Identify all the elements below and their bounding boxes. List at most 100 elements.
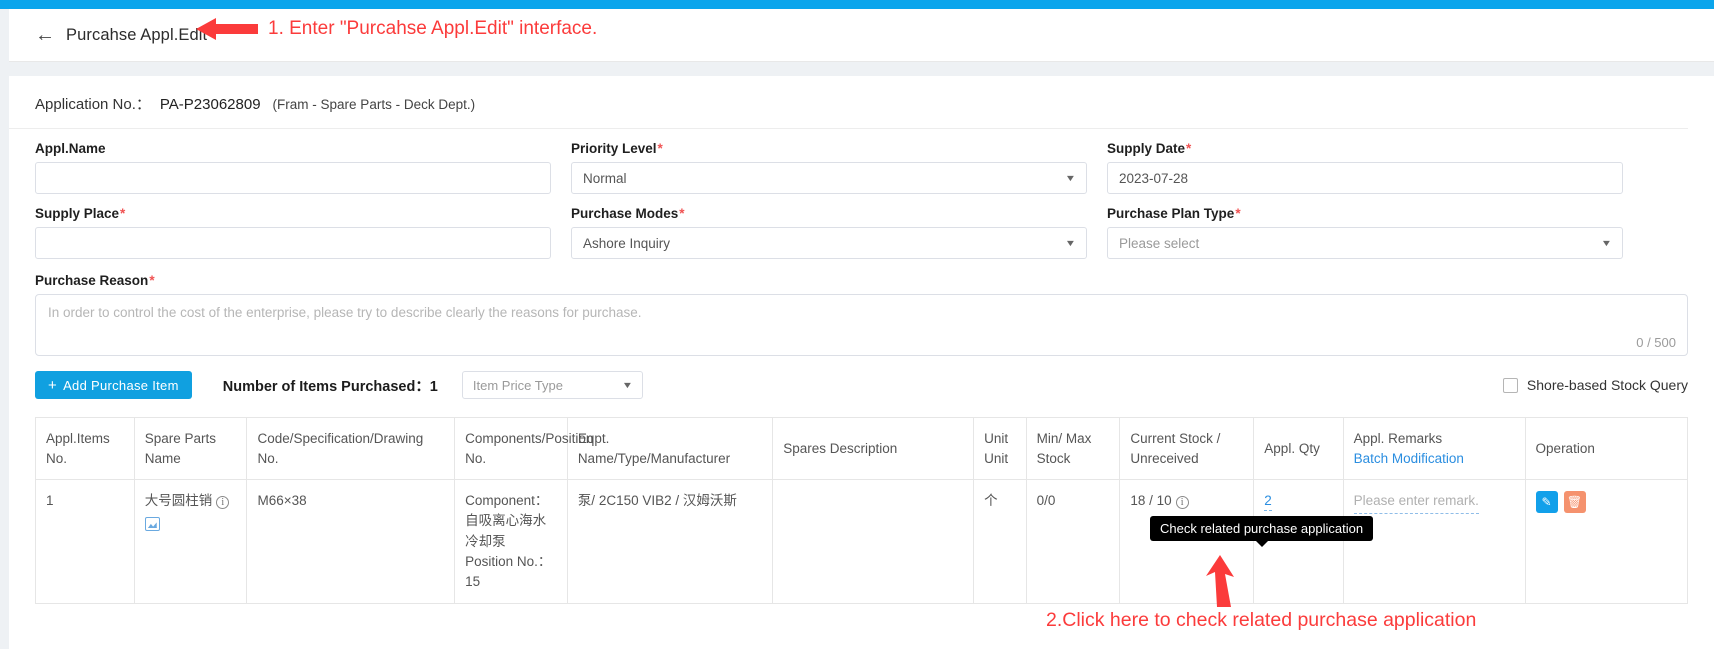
cell-item-no: 1 [36, 479, 135, 605]
appl-qty-value[interactable]: 2 [1264, 493, 1272, 512]
current-stock-value: 18 / 10 [1130, 493, 1172, 509]
application-number-label: Application No.： [35, 96, 151, 113]
page-header-bar: ← Purcahse Appl.Edit [9, 9, 1714, 62]
field-priority-level: Priority Level* Normal ▼ [571, 141, 1087, 194]
field-purchase-plan-type: Purchase Plan Type* Please select ▼ [1107, 206, 1623, 259]
purchase-modes-select[interactable]: Ashore Inquiry ▼ [571, 227, 1087, 259]
appl-remarks-title: Appl. Remarks [1353, 431, 1443, 446]
appl-name-input[interactable] [35, 162, 551, 194]
purchase-reason-textarea[interactable]: In order to control the cost of the ente… [35, 294, 1688, 356]
th-operation: Operation [1525, 418, 1687, 481]
field-supply-date: Supply Date* 2023-07-28 [1107, 141, 1623, 194]
component-value: 自吸离心海水冷却泵 [465, 513, 547, 549]
batch-modification-link[interactable]: Batch Modification [1354, 451, 1464, 466]
purchase-plan-type-label: Purchase Plan Type* [1107, 206, 1241, 221]
delete-icon[interactable]: 🗑 [1563, 491, 1586, 514]
th-spares-description: Spares Description [772, 418, 975, 481]
position-value: 15 [465, 574, 481, 590]
items-purchased-count: Number of Items Purchased：1 [222, 378, 438, 395]
th-current-stock-unreceived: Current Stock / Unreceived [1119, 418, 1255, 481]
add-purchase-item-label: Add Purchase Item [63, 377, 179, 393]
checkbox-icon [1502, 377, 1518, 393]
th-min-max-stock: Min/ Max Stock [1026, 418, 1121, 481]
plus-icon: + [48, 376, 58, 394]
th-spare-parts-name: Spare Parts Name [134, 418, 248, 481]
image-icon[interactable] [144, 517, 160, 532]
supply-place-input[interactable] [35, 227, 551, 259]
th-components-position-no: Components/Position No. [454, 418, 593, 481]
chevron-down-icon: ▼ [621, 380, 634, 390]
chevron-down-icon: ▼ [1064, 238, 1077, 248]
shore-based-stock-query-checkbox[interactable]: Shore-based Stock Query [1502, 377, 1688, 393]
purchase-items-table-wrap: Appl.Items No. Spare Parts Name Code/Spe… [35, 417, 1688, 605]
form-row-2: Supply Place* Purchase Modes* Ashore Inq… [35, 206, 1688, 259]
cell-components-position: Component： 自吸离心海水冷却泵 Position No.： 15 [454, 479, 568, 605]
purchase-modes-value: Ashore Inquiry [583, 235, 671, 251]
add-purchase-item-button[interactable]: + Add Purchase Item [35, 371, 192, 399]
priority-level-value: Normal [583, 170, 627, 186]
item-price-type-value: Item Price Type [472, 377, 563, 393]
purchase-reason-counter: 0 / 500 [1636, 335, 1676, 350]
purchase-reason-label: Purchase Reason* [35, 273, 155, 288]
cell-unit: 个 [973, 479, 1027, 605]
cell-appl-remarks: Please enter remark. [1343, 479, 1526, 605]
application-number-row: Application No.： PA-P23062809 (Fram - Sp… [9, 76, 1688, 129]
th-eqpt-name-type-manufacturer: Eqpt. Name/Type/Manufacturer [567, 418, 774, 481]
supply-place-label: Supply Place* [35, 206, 126, 221]
th-code-spec-drawing-no: Code/Specification/Drawing No. [246, 418, 456, 481]
main-content-card: Application No.： PA-P23062809 (Fram - Sp… [9, 76, 1714, 649]
priority-level-select[interactable]: Normal ▼ [571, 162, 1087, 194]
top-accent-bar [0, 0, 1714, 9]
purchase-items-table: Appl.Items No. Spare Parts Name Code/Spe… [36, 418, 1687, 605]
purchase-reason-placeholder: In order to control the cost of the ente… [48, 305, 642, 320]
page-title: Purcahse Appl.Edit [66, 25, 208, 44]
info-icon[interactable]: i [216, 496, 230, 510]
form-row-1: Appl.Name Priority Level* Normal ▼ Suppl… [35, 141, 1688, 194]
field-appl-name: Appl.Name [35, 141, 551, 194]
related-purchase-info-icon[interactable]: i [1175, 496, 1189, 510]
purchase-plan-type-value: Please select [1119, 235, 1200, 251]
operation-buttons: ✎ 🗑 [1535, 491, 1677, 514]
application-department: (Fram - Spare Parts - Deck Dept.) [272, 97, 476, 112]
purchase-modes-label: Purchase Modes* [571, 206, 685, 221]
annotation-step-2-text: 2.Click here to check related purchase a… [1046, 609, 1477, 631]
left-rail [0, 9, 9, 649]
header-content-gap [9, 62, 1714, 76]
cell-min-max-stock: 0/0 [1026, 479, 1121, 605]
field-purchase-reason: Purchase Reason* In order to control the… [35, 273, 1688, 356]
table-row: 1 大号圆柱销 i M66×38 Component：自吸离心海水冷却泵 Posi… [36, 479, 1687, 605]
items-toolbar: + Add Purchase Item Number of Items Purc… [9, 371, 1714, 399]
supply-date-label: Supply Date* [1107, 141, 1192, 156]
field-purchase-modes: Purchase Modes* Ashore Inquiry ▼ [571, 206, 1087, 259]
priority-level-label: Priority Level* [571, 141, 663, 156]
cell-spares-description [772, 479, 975, 605]
position-label: Position No.： [465, 553, 552, 569]
supply-date-input[interactable]: 2023-07-28 [1107, 162, 1623, 194]
spare-parts-name-value: 大号圆柱销 [144, 493, 213, 509]
component-label: Component： [465, 493, 549, 509]
annotation-arrow-up-icon [1200, 555, 1240, 612]
item-price-type-select[interactable]: Item Price Type ▼ [461, 371, 643, 399]
th-appl-items-no: Appl.Items No. [36, 418, 135, 481]
related-purchase-tooltip: Check related purchase application [1150, 516, 1374, 547]
th-appl-qty: Appl. Qty [1253, 418, 1344, 481]
cell-spare-parts-name: 大号圆柱销 i [134, 479, 248, 605]
edit-icon[interactable]: ✎ [1535, 491, 1558, 514]
arrow-left-icon[interactable]: ← [35, 25, 55, 45]
purchase-application-edit-page: ← Purcahse Appl.Edit 1. Enter "Purcahse … [0, 0, 1714, 649]
field-supply-place: Supply Place* [35, 206, 551, 259]
shore-based-stock-query-label: Shore-based Stock Query [1526, 377, 1688, 393]
th-appl-remarks: Appl. Remarks Batch Modification [1343, 418, 1526, 481]
cell-operation: ✎ 🗑 [1525, 479, 1687, 605]
purchase-plan-type-select[interactable]: Please select ▼ [1107, 227, 1623, 259]
chevron-down-icon: ▼ [1064, 173, 1077, 183]
appl-name-label: Appl.Name [35, 141, 106, 156]
form-area: Appl.Name Priority Level* Normal ▼ Suppl… [9, 141, 1714, 356]
table-header-row: Appl.Items No. Spare Parts Name Code/Spe… [36, 418, 1687, 481]
cell-eqpt: 泵/ 2C150 VIB2 / 汉姆沃斯 [567, 479, 774, 605]
chevron-down-icon: ▼ [1600, 238, 1613, 248]
cell-code-spec: M66×38 [246, 479, 456, 605]
application-number-value: PA-P23062809 [159, 96, 261, 113]
th-unit: Unit Unit [973, 418, 1027, 481]
remark-input[interactable]: Please enter remark. [1353, 491, 1479, 515]
